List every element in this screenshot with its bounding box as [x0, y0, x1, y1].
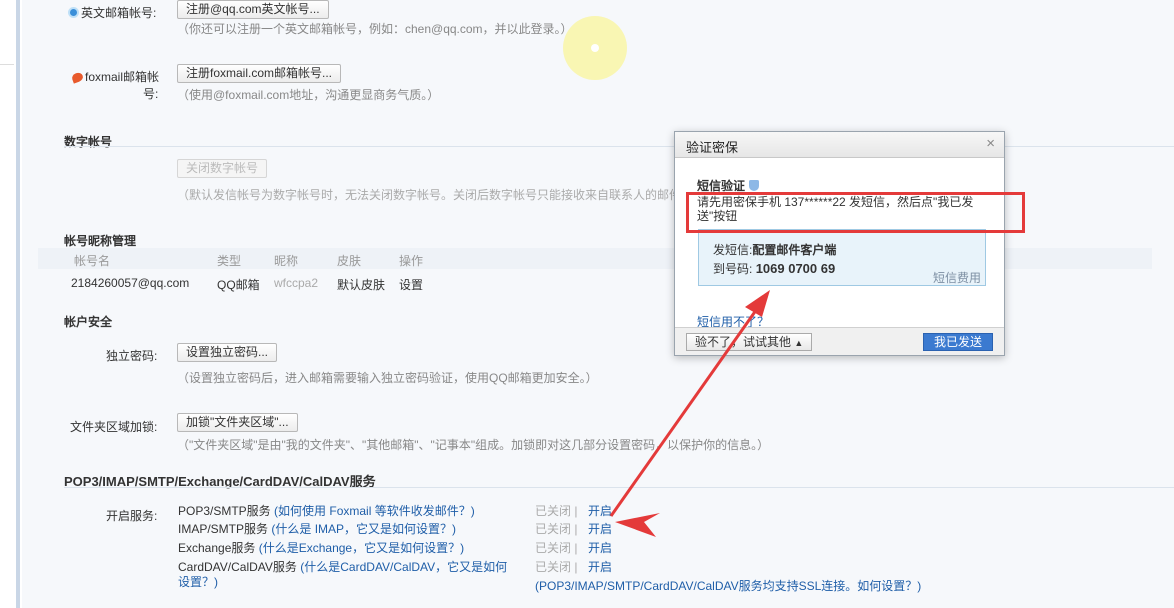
arrow-head-left	[615, 513, 660, 537]
annotation-arrows	[609, 290, 770, 537]
annotation-arrow-up	[609, 305, 761, 517]
arrow-head-up	[745, 290, 770, 317]
